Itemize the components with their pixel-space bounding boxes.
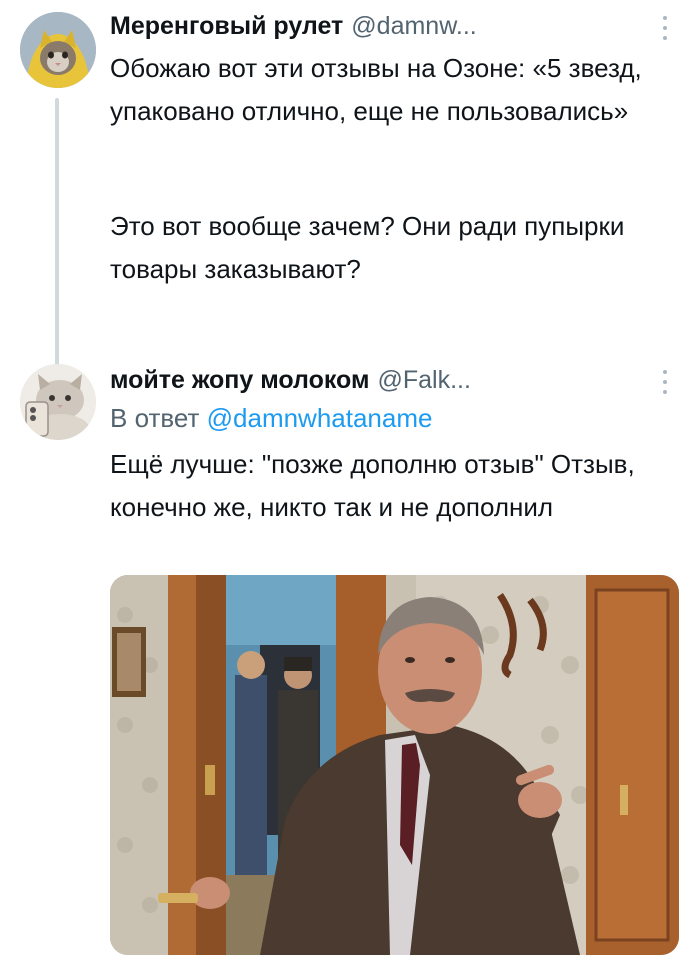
tweet-original[interactable]: Меренговый рулет @damnw... Обожаю вот эт… xyxy=(0,0,700,368)
author-handle[interactable]: @Falk... xyxy=(377,364,470,396)
reply-to-line: В ответ @damnwhataname xyxy=(110,400,432,436)
tweet-text-paragraph: Ещё лучше: "позже дополню отзыв" Отзыв, … xyxy=(110,449,635,522)
photo-man-pointing-in-doorway-icon[interactable] xyxy=(110,575,679,955)
reply-prefix: В ответ xyxy=(110,403,200,433)
tweet-text-paragraph: Обожаю вот эти отзывы на Озоне: «5 звезд… xyxy=(110,53,642,126)
cat-in-yellow-hood-avatar-icon[interactable] xyxy=(20,12,96,88)
thread-connector-line xyxy=(55,98,59,368)
author-handle[interactable]: @damnw... xyxy=(351,10,476,42)
author-name[interactable]: Меренговый рулет xyxy=(110,10,343,42)
tweet-header: мойте жопу молоком @Falk... xyxy=(110,364,471,396)
vertical-ellipsis-icon[interactable] xyxy=(662,16,668,40)
author-name[interactable]: мойте жопу молоком xyxy=(110,364,369,396)
vertical-ellipsis-icon[interactable] xyxy=(662,370,668,394)
tweet-reply[interactable]: мойте жопу молоком @Falk... В ответ @dam… xyxy=(0,360,700,971)
tweet-text-paragraph: Это вот вообще зачем? Они ради пупырки т… xyxy=(110,211,625,284)
cat-with-phone-avatar-icon[interactable] xyxy=(20,364,96,440)
reply-mention-link[interactable]: @damnwhataname xyxy=(207,403,433,433)
tweet-header: Меренговый рулет @damnw... xyxy=(110,10,477,42)
